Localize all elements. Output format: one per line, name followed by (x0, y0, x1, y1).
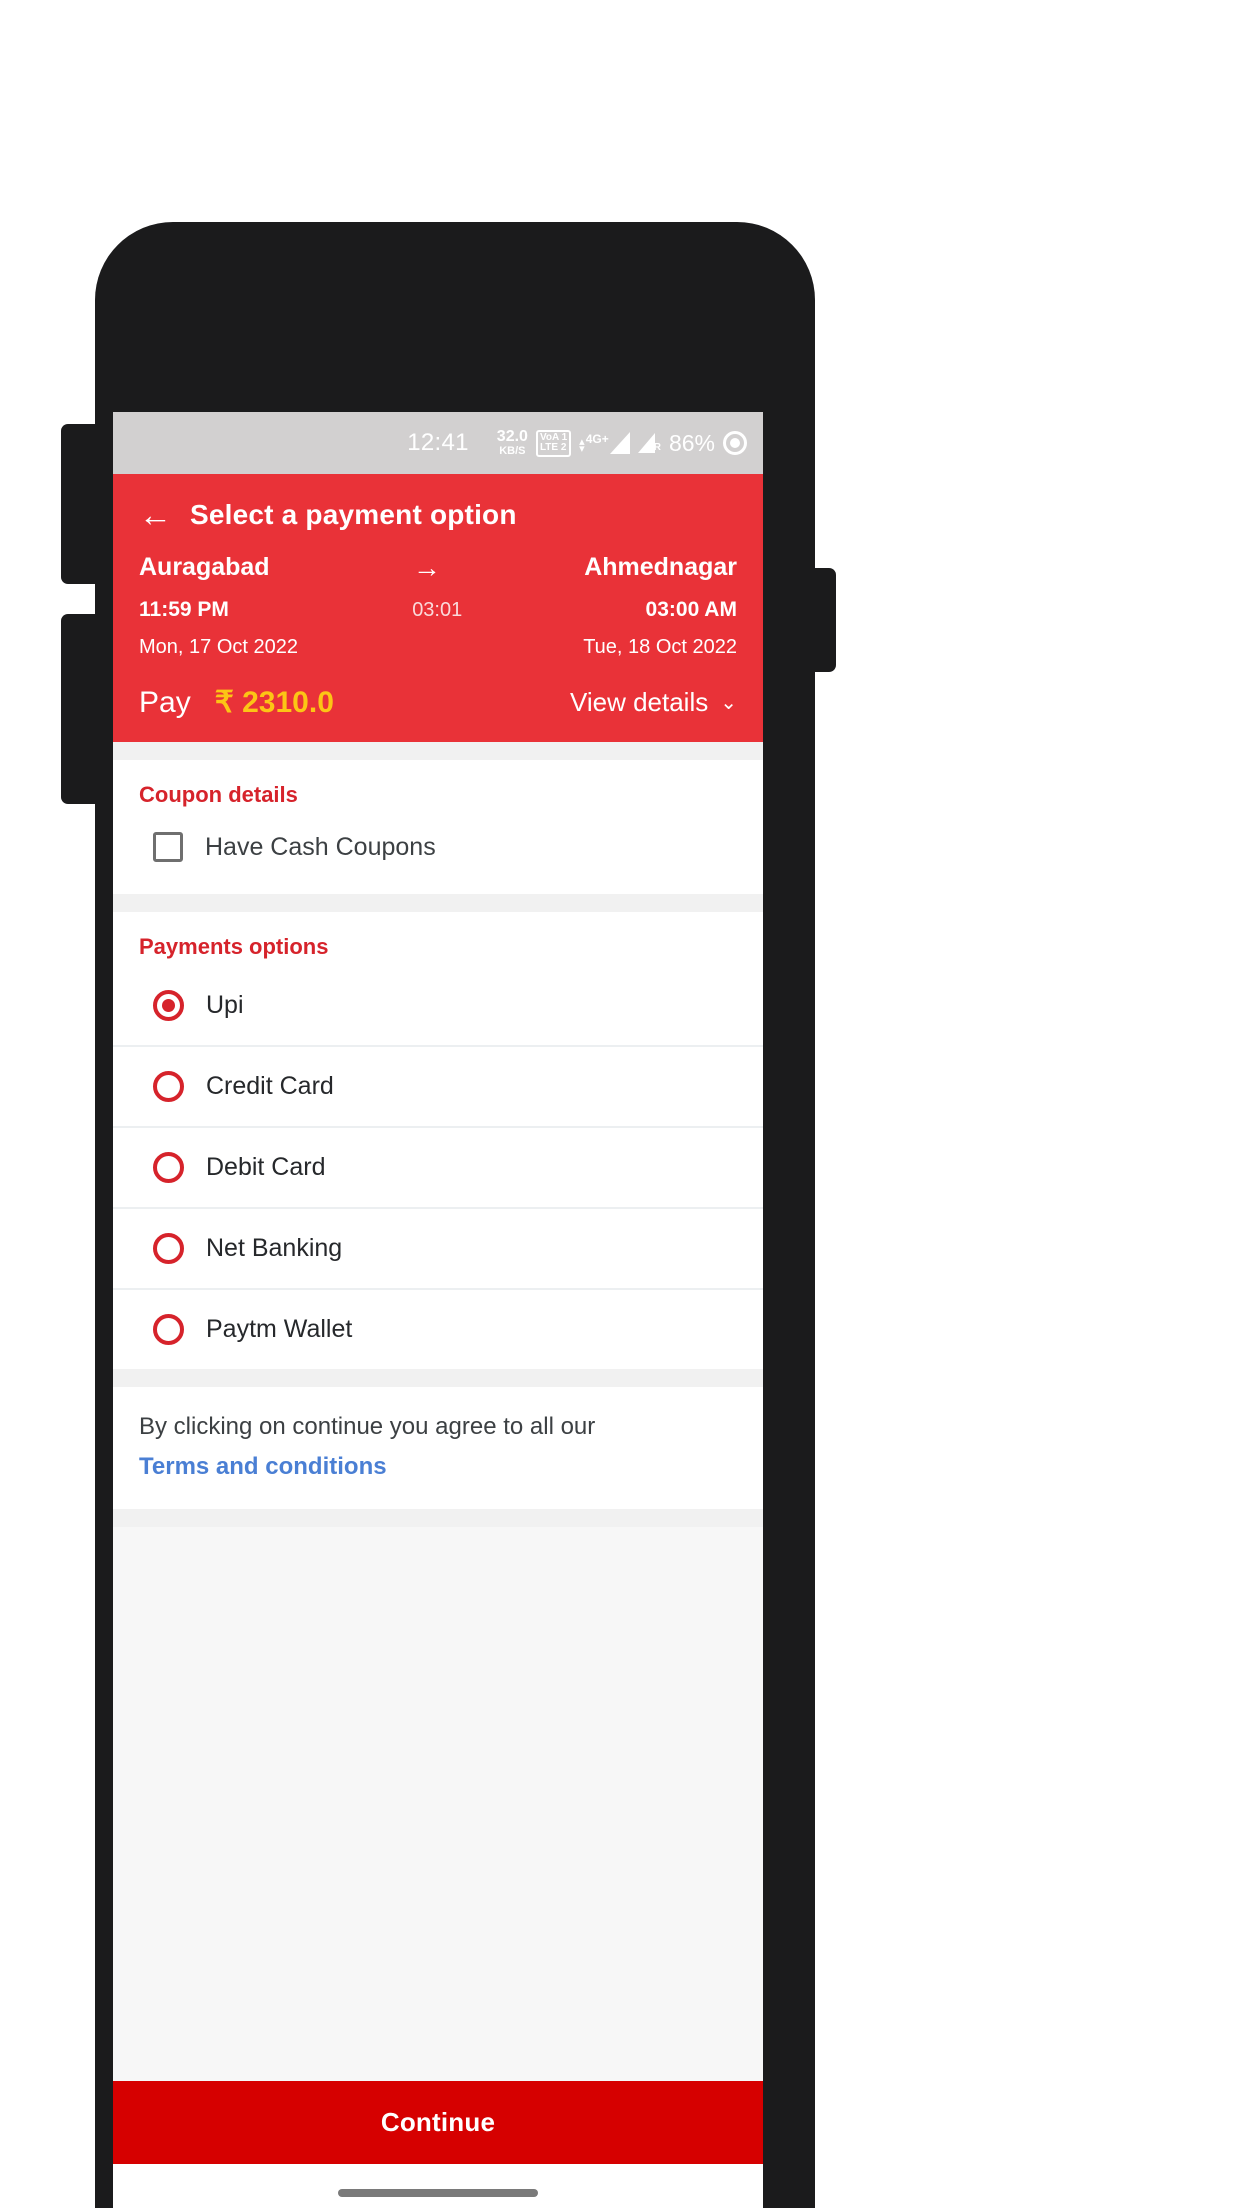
volte-icon: VoA 1 LTE 2 (535, 429, 572, 457)
pay-amount: ₹ 2310.0 (214, 686, 334, 719)
network-type-label: 4G+ (585, 432, 609, 446)
status-bar: 12:41 32.0 KB/S VoA 1 LTE 2 ▴ ▾ 4G+ R 86… (113, 412, 763, 474)
payment-option-label: Paytm Wallet (206, 1315, 353, 1343)
data-rate-unit: KB/S (499, 445, 526, 457)
departure-date: Mon, 17 Oct 2022 (139, 636, 298, 658)
view-details-label: View details (569, 687, 709, 717)
battery-icon (723, 431, 747, 455)
payments-section-title: Payments options (139, 934, 329, 959)
journey-summary: Auragabad → Ahmednagar 11:59 PM 03:01 03… (113, 537, 763, 659)
journey-cities-row: Auragabad → Ahmednagar (139, 553, 737, 582)
chevron-down-icon: ⌄ (720, 692, 737, 714)
signal-bars-icon (609, 432, 630, 454)
data-rate-value: 32.0 (496, 428, 528, 445)
battery-percent-label: 86% (668, 429, 715, 456)
radio-net-banking[interactable] (153, 1233, 184, 1264)
origin-city: Auragabad (139, 553, 270, 581)
system-navigation-bar (113, 2164, 763, 2208)
roaming-label: R (653, 442, 661, 453)
coupon-section: Coupon details Have Cash Coupons (113, 760, 763, 894)
terms-and-conditions-link[interactable]: Terms and conditions (139, 1453, 737, 1481)
payment-option-debit-card[interactable]: Debit Card (113, 1128, 763, 1209)
section-divider (113, 742, 763, 760)
payment-option-label: Net Banking (206, 1234, 343, 1262)
radio-credit-card[interactable] (153, 1071, 184, 1102)
app-header-title-row: ← Select a payment option (113, 474, 763, 537)
pay-amount-group: Pay ₹ 2310.0 (139, 685, 334, 720)
continue-button[interactable]: Continue (113, 2081, 763, 2164)
payment-option-label: Debit Card (206, 1153, 326, 1181)
arrival-time: 03:00 AM (645, 598, 737, 621)
page-title: Select a payment option (190, 498, 517, 530)
payment-option-paytm-wallet[interactable]: Paytm Wallet (113, 1290, 763, 1369)
pay-label: Pay (139, 686, 191, 719)
content-filler (113, 1527, 763, 2081)
arrow-right-icon: → (412, 551, 441, 583)
volte-sim2-label: LTE 2 (539, 442, 567, 453)
power-button[interactable] (806, 568, 836, 672)
home-indicator[interactable] (338, 2189, 538, 2197)
payment-option-upi[interactable]: Upi (113, 966, 763, 1047)
payment-option-credit-card[interactable]: Credit Card (113, 1047, 763, 1128)
status-bar-icons: 32.0 KB/S VoA 1 LTE 2 ▴ ▾ 4G+ R 86% (497, 412, 747, 474)
payment-option-label: Upi (206, 991, 244, 1019)
app-header: ← Select a payment option Auragabad → Ah… (113, 474, 763, 742)
have-cash-coupons-checkbox[interactable] (153, 832, 183, 862)
signal-sim2-indicator: R (637, 433, 661, 453)
section-divider (113, 1509, 763, 1527)
data-transfer-arrows-icon: ▴ ▾ (579, 435, 585, 456)
signal-bars-secondary-icon (637, 433, 655, 453)
data-rate-indicator: 32.0 KB/S (497, 429, 528, 457)
pay-summary-row: Pay ₹ 2310.0 View details ⌄ (113, 659, 763, 720)
phone-screen: 12:41 32.0 KB/S VoA 1 LTE 2 ▴ ▾ 4G+ R 86… (113, 412, 763, 2208)
terms-section: By clicking on continue you agree to all… (113, 1387, 763, 1509)
section-divider (113, 1369, 763, 1387)
payment-options-list: Upi Credit Card Debit Card Net Banking P… (113, 960, 763, 1369)
payments-section: Payments options Upi Credit Card Debit C… (113, 912, 763, 1369)
destination-city: Ahmednagar (584, 553, 737, 581)
coupon-section-title: Coupon details (139, 782, 298, 807)
terms-text: By clicking on continue you agree to all… (139, 1413, 596, 1440)
journey-duration: 03:01 (412, 598, 463, 621)
screenshot-stage: 12:41 32.0 KB/S VoA 1 LTE 2 ▴ ▾ 4G+ R 86… (0, 0, 1242, 2208)
departure-time: 11:59 PM (139, 598, 229, 621)
journey-times-row: 11:59 PM 03:01 03:00 AM (139, 598, 737, 622)
payment-option-label: Credit Card (206, 1072, 334, 1100)
payment-option-net-banking[interactable]: Net Banking (113, 1209, 763, 1290)
arrival-date: Tue, 18 Oct 2022 (583, 636, 737, 658)
radio-debit-card[interactable] (153, 1152, 184, 1183)
radio-upi[interactable] (153, 990, 184, 1021)
have-cash-coupons-label: Have Cash Coupons (205, 832, 436, 861)
section-divider (113, 894, 763, 912)
journey-dates-row: Mon, 17 Oct 2022 Tue, 18 Oct 2022 (139, 636, 737, 659)
signal-sim1-indicator: ▴ ▾ 4G+ (579, 432, 630, 456)
radio-paytm-wallet[interactable] (153, 1314, 184, 1345)
view-details-button[interactable]: View details ⌄ (570, 687, 737, 718)
back-arrow-icon[interactable]: ← (139, 498, 172, 531)
status-bar-clock: 12:41 (407, 429, 469, 456)
have-cash-coupons-row[interactable]: Have Cash Coupons (113, 808, 763, 894)
